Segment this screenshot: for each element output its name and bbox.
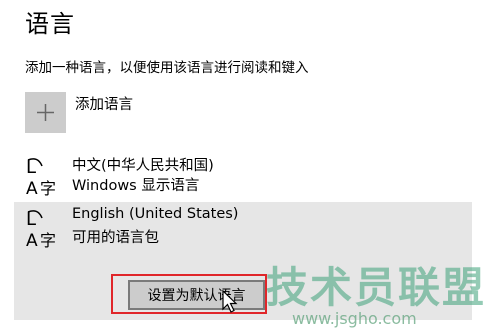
svg-text:L: L	[26, 209, 36, 230]
set-default-button[interactable]: 设置为默认语言	[128, 280, 265, 310]
language-icon: L A 字	[26, 157, 56, 196]
svg-text:A: A	[26, 179, 38, 196]
svg-text:A: A	[26, 231, 38, 248]
svg-text:字: 字	[40, 231, 56, 248]
watermark-logo: 技术员联盟	[265, 263, 486, 312]
page-description: 添加一种语言，以便使用该语言进行阅读和键入	[25, 60, 309, 76]
language-subtitle: 可用的语言包	[72, 230, 159, 246]
page-title: 语言	[25, 10, 75, 38]
add-language-button[interactable]	[25, 92, 66, 133]
svg-text:L: L	[26, 157, 36, 178]
language-name: 中文(中华人民共和国)	[72, 158, 214, 174]
language-item-chinese[interactable]: L A 字 中文(中华人民共和国) Windows 显示语言	[14, 150, 472, 202]
language-icon: L A 字	[26, 209, 56, 248]
add-language-label[interactable]: 添加语言	[75, 93, 133, 114]
watermark-url: www.jsgho.com	[292, 309, 417, 328]
mouse-cursor-icon	[222, 290, 238, 313]
svg-text:字: 字	[40, 179, 56, 196]
language-name: English (United States)	[72, 206, 239, 222]
language-subtitle: Windows 显示语言	[72, 178, 200, 194]
plus-icon	[37, 104, 54, 121]
